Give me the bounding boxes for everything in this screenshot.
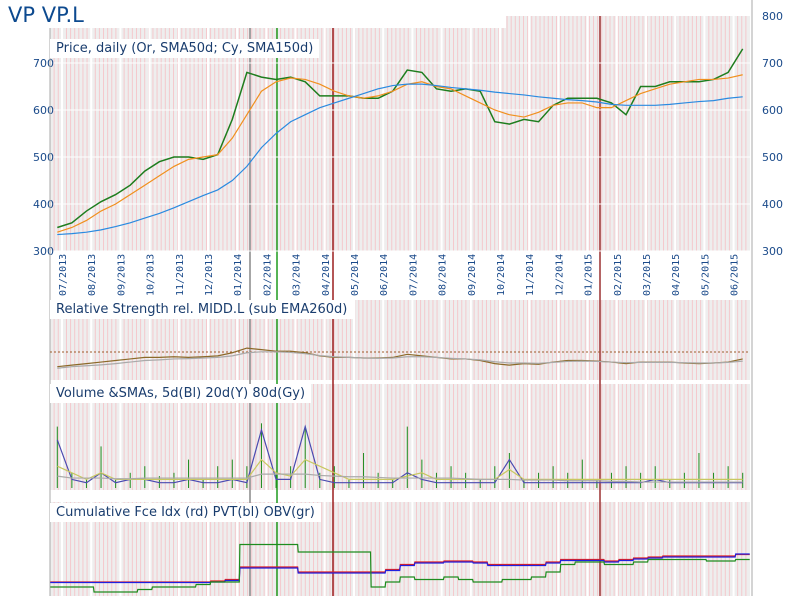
y-tick-label-right: 500: [762, 151, 783, 164]
x-tick-label: 07/2013: [58, 254, 69, 296]
y-tick-label-left: 700: [33, 57, 54, 70]
x-tick-label: 07/2014: [408, 254, 419, 296]
x-tick-label: 03/2014: [292, 254, 303, 296]
y-tick-label-left: 400: [33, 198, 54, 211]
x-tick-label: 02/2014: [262, 254, 273, 296]
y-tick-label-left: 500: [33, 151, 54, 164]
x-tick-label: 06/2014: [379, 254, 390, 296]
x-tick-label: 03/2015: [642, 254, 653, 296]
x-tick-label: 10/2013: [146, 254, 157, 296]
x-tick-label: 10/2014: [496, 254, 507, 296]
cumulative-panel-label: Cumulative Fce Idx (rd) PVT(bl) OBV(gr): [50, 503, 321, 522]
x-tick-label: 11/2014: [525, 254, 536, 296]
price-panel-label: Price, daily (Or, SMA50d; Cy, SMA150d): [50, 39, 320, 58]
chart-title: VP VP.L: [0, 0, 506, 28]
y-tick-label-right: 800: [762, 10, 783, 23]
x-tick-label: 09/2013: [116, 254, 127, 296]
y-tick-label-right: 400: [762, 198, 783, 211]
x-tick-label: 02/2015: [613, 254, 624, 296]
x-tick-label: 11/2013: [175, 254, 186, 296]
y-tick-label-right: 300: [762, 245, 783, 258]
x-tick-label: 12/2014: [554, 254, 565, 296]
x-tick-label: 12/2013: [204, 254, 215, 296]
x-tick-label: 01/2014: [233, 254, 244, 296]
volume-panel-label: Volume &SMAs, 5d(Bl) 20d(Y) 80d(Gy): [50, 384, 312, 403]
y-tick-label-left: 300: [33, 245, 54, 258]
x-tick-label: 08/2014: [438, 254, 449, 296]
x-tick-label: 09/2014: [467, 254, 478, 296]
x-tick-label: 05/2015: [700, 254, 711, 296]
x-tick-label: 01/2015: [584, 254, 595, 296]
rs-panel-label: Relative Strength rel. MIDD.L (sub EMA26…: [50, 300, 354, 319]
x-tick-label: 04/2014: [321, 254, 332, 296]
x-tick-label: 04/2015: [671, 254, 682, 296]
x-tick-label: 08/2013: [87, 254, 98, 296]
y-tick-label-right: 600: [762, 104, 783, 117]
x-tick-label: 05/2014: [350, 254, 361, 296]
y-tick-label-left: 600: [33, 104, 54, 117]
y-tick-label-right: 700: [762, 57, 783, 70]
x-tick-label: 06/2015: [730, 254, 741, 296]
